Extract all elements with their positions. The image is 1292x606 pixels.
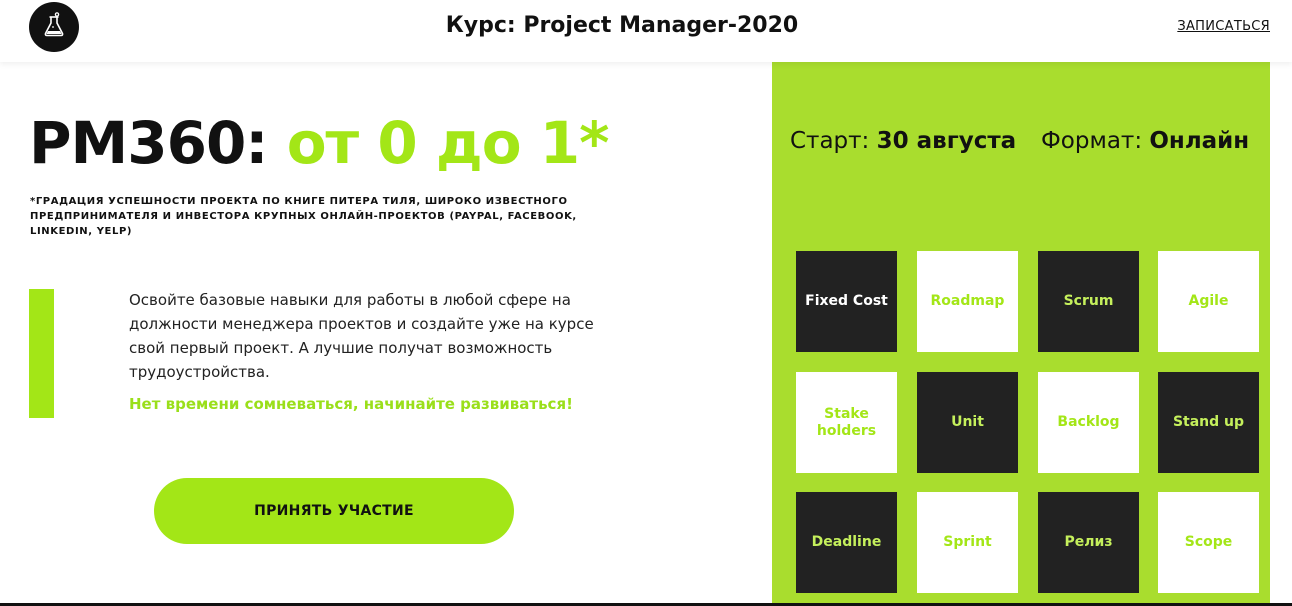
course-title: Курс: Project Manager-2020 xyxy=(445,13,799,38)
accent-bar xyxy=(29,289,54,418)
topic-tile: Fixed Cost xyxy=(796,251,897,352)
topic-tile: Deadline xyxy=(796,492,897,593)
join-button[interactable]: ПРИНЯТЬ УЧАСТИЕ xyxy=(154,478,514,544)
hero-headline: PM360: от 0 до 1* xyxy=(29,109,610,177)
format-value: Онлайн xyxy=(1149,128,1250,154)
start-date: Старт: 30 августа xyxy=(790,128,1016,154)
topic-tile: Backlog xyxy=(1038,372,1139,473)
topic-tile: Stand up xyxy=(1158,372,1259,473)
topic-tile: Roadmap xyxy=(917,251,1018,352)
headline-footnote: *Градация успешности проекта по книге Пи… xyxy=(30,196,577,237)
format-label: Формат: xyxy=(1041,128,1150,154)
enroll-link[interactable]: ЗАПИСАТЬСЯ xyxy=(1177,19,1270,34)
topic-tile: Unit xyxy=(917,372,1018,473)
topic-tile: Scope xyxy=(1158,492,1259,593)
start-value: 30 августа xyxy=(876,128,1017,154)
cta-text: Нет времени сомневаться, начинайте разви… xyxy=(129,395,573,413)
topic-tile: Scrum xyxy=(1038,251,1139,352)
course-format: Формат: Онлайн xyxy=(1041,128,1249,154)
site-header: Курс: Project Manager-2020 ЗАПИСАТЬСЯ xyxy=(0,0,1292,62)
course-description: Освойте базовые навыки для работы в любо… xyxy=(129,291,594,381)
headline-main: PM360: xyxy=(29,109,287,177)
topic-tile: Релиз xyxy=(1038,492,1139,593)
headline-accent: от 0 до 1* xyxy=(286,109,610,177)
start-label: Старт: xyxy=(790,128,877,154)
topic-tile: Stake holders xyxy=(796,372,897,473)
topic-tile: Agile xyxy=(1158,251,1259,352)
topic-tile: Sprint xyxy=(917,492,1018,593)
